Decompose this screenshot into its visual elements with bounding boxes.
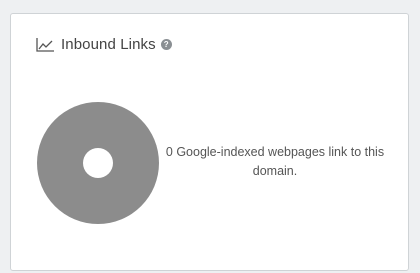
question-icon[interactable]: ? [160, 39, 172, 50]
card-title: Inbound Links [61, 36, 156, 53]
inbound-links-donut-chart [37, 102, 159, 224]
card-header: Inbound Links ? [35, 36, 172, 53]
donut-hole [83, 148, 113, 178]
no-inbound-links-message: 0 Google-indexed webpages link to this d… [165, 145, 385, 178]
inbound-links-card: Inbound Links ? 0 Google-indexed webpage… [10, 13, 409, 271]
line-chart-icon [35, 37, 55, 53]
